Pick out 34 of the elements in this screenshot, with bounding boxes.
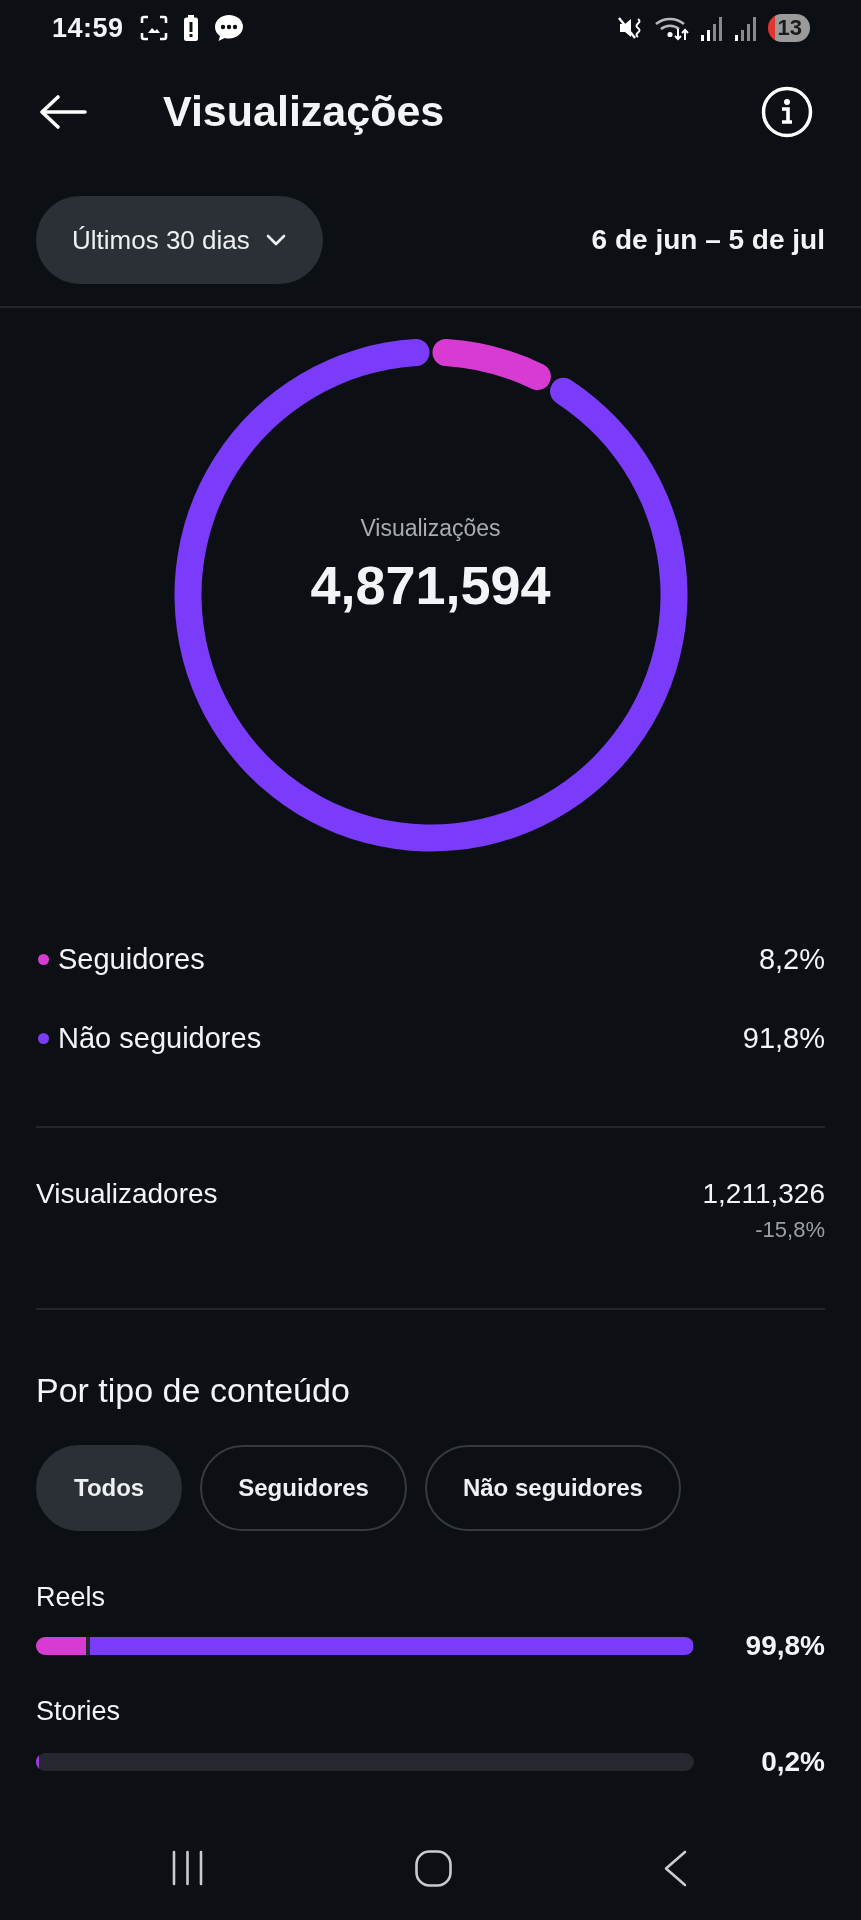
clock-time: 14:59 (52, 14, 124, 42)
info-icon[interactable] (761, 86, 813, 138)
signal-icon (733, 15, 758, 41)
wifi-icon (653, 15, 690, 41)
legend-label: Não seguidores (58, 1020, 262, 1056)
filter-chip[interactable]: Não seguidores (424, 1445, 681, 1531)
battery-level: 13 (767, 14, 810, 42)
home-icon[interactable] (415, 1849, 452, 1887)
metric-value: 1,211,326 (702, 1177, 825, 1211)
recent-apps-icon[interactable] (171, 1850, 204, 1886)
period-dropdown[interactable]: Últimos 30 dias (36, 196, 323, 284)
chart-label: Visualizações (359, 514, 502, 543)
content-type-percentage: 0,2% (760, 1745, 825, 1779)
content-type-percentage: 99,8% (744, 1629, 825, 1663)
filter-chip[interactable]: Todos (36, 1445, 183, 1531)
metric-label: Visualizadores (36, 1177, 218, 1211)
section-title: Por tipo de conteúdo (36, 1370, 350, 1410)
content-type-label: Reels (36, 1581, 106, 1614)
legend-percentage: 8,2% (758, 941, 825, 977)
chat-bubble-icon (213, 14, 244, 42)
page-title: Visualizações (163, 86, 445, 138)
screenshot-icon (139, 15, 168, 41)
signal-icon (699, 15, 724, 41)
back-arrow-icon[interactable] (38, 94, 88, 130)
date-range-text: 6 de jun – 5 de jul (591, 223, 825, 257)
total-views: 4,871,594 (310, 555, 551, 615)
metric-change: -15,8% (755, 1216, 825, 1244)
chevron-down-icon (265, 234, 286, 246)
legend-percentage: 91,8% (742, 1020, 825, 1056)
content-type-label: Stories (36, 1695, 121, 1728)
back-icon[interactable] (663, 1849, 688, 1887)
battery-alert-icon (183, 15, 198, 41)
filter-chip[interactable]: Seguidores (200, 1445, 407, 1531)
legend-label: Seguidores (58, 941, 205, 977)
